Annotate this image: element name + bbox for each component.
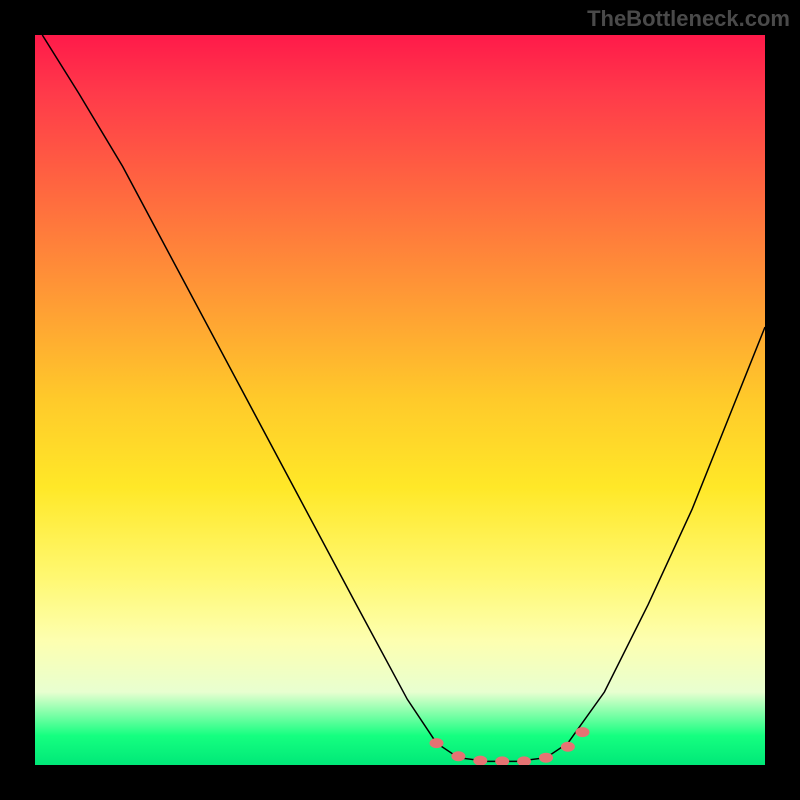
curve-marker xyxy=(517,756,531,765)
curve-marker xyxy=(561,742,575,752)
plot-area xyxy=(35,35,765,765)
bottleneck-curve xyxy=(35,35,765,765)
watermark-text: TheBottleneck.com xyxy=(587,6,790,32)
curve-marker xyxy=(539,753,553,763)
curve-marker xyxy=(576,727,590,737)
curve-marker xyxy=(495,756,509,765)
curve-marker xyxy=(451,751,465,761)
curve-marker xyxy=(473,756,487,765)
curve-marker xyxy=(430,738,444,748)
